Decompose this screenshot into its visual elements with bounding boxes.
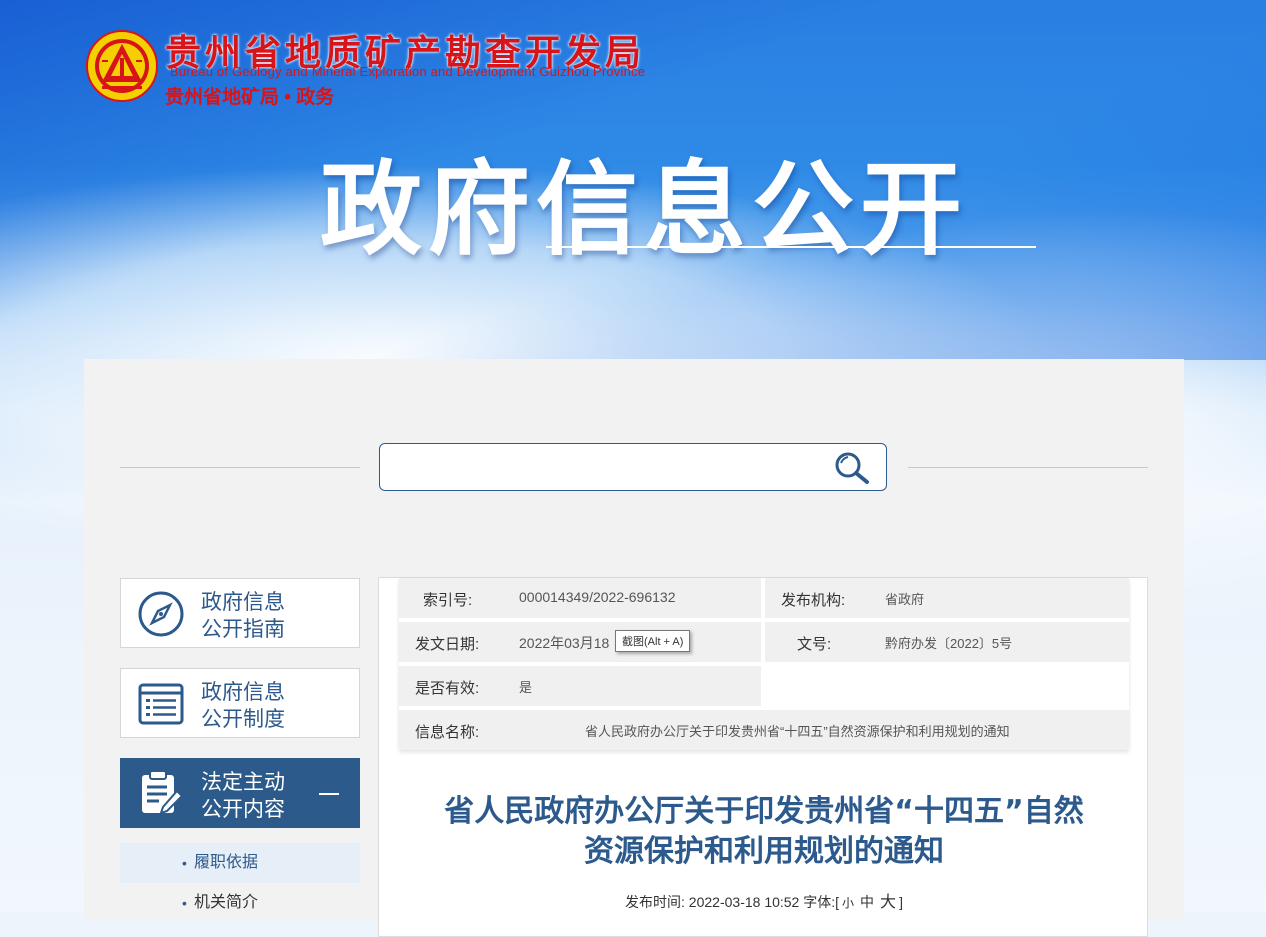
- sidebar-item-label: 政府信息 公开指南: [201, 591, 285, 641]
- font-size-large-button[interactable]: 大: [877, 894, 899, 911]
- search-rule-right: [908, 467, 1148, 468]
- sidebar-item-label: 政府信息 公开制度: [201, 681, 285, 731]
- meta-row: 是否有效: 是: [399, 666, 1129, 710]
- screenshot-tooltip: 截图(Alt + A): [615, 630, 691, 652]
- bullet-icon: •: [182, 855, 187, 871]
- search-rule-left: [120, 467, 360, 468]
- font-size-small-button[interactable]: 小: [839, 896, 857, 910]
- list-icon: [138, 683, 184, 725]
- article-publish-info: 发布时间: 2022-03-18 10:52 字体:[小中大]: [625, 894, 903, 911]
- banner-title: 政府信息公开: [320, 151, 968, 270]
- search-box: [379, 443, 887, 491]
- clipboard-edit-icon: [142, 770, 184, 815]
- meta-cell-name: 信息名称: 省人民政府办公厅关于印发贵州省“十四五”自然资源保护和利用规划的通知: [399, 710, 1129, 750]
- main-panel: 政府信息 公开指南 政府信息 公开制度 法定主动 公开内容 • 履职依据 • 机…: [84, 359, 1184, 937]
- meta-row: 索引号: 000014349/2022-696132 发布机构: 省政府: [399, 578, 1129, 622]
- sidebar-item-system[interactable]: 政府信息 公开制度: [120, 668, 360, 738]
- sidebar-subitem-org-intro[interactable]: • 机关简介: [120, 883, 360, 923]
- sidebar-item-statutory[interactable]: 法定主动 公开内容: [120, 758, 360, 828]
- collapse-icon[interactable]: [319, 793, 339, 795]
- meta-row: 信息名称: 省人民政府办公厅关于印发贵州省“十四五”自然资源保护和利用规划的通知: [399, 710, 1129, 750]
- sidebar-item-guide[interactable]: 政府信息 公开指南: [120, 578, 360, 648]
- meta-row: 发文日期: 2022年03月18 截图(Alt + A) 文号: 黔府办发〔20…: [399, 622, 1129, 666]
- search-icon[interactable]: [832, 450, 872, 486]
- search-input[interactable]: [390, 452, 824, 484]
- meta-cell-index: 索引号: 000014349/2022-696132: [399, 578, 761, 618]
- meta-cell-valid: 是否有效: 是: [399, 666, 761, 706]
- meta-cell-publisher: 发布机构: 省政府: [765, 578, 1129, 618]
- org-name-en: Bureau of Geology and Mineral Exploratio…: [170, 64, 646, 79]
- sidebar-subitem-duty-basis[interactable]: • 履职依据: [120, 843, 360, 883]
- sidebar-item-label: 法定主动 公开内容: [201, 771, 285, 821]
- meta-table: 索引号: 000014349/2022-696132 发布机构: 省政府 发文日…: [399, 578, 1129, 750]
- meta-cell-date: 发文日期: 2022年03月18 截图(Alt + A): [399, 622, 761, 662]
- article-content: 索引号: 000014349/2022-696132 发布机构: 省政府 发文日…: [378, 577, 1148, 937]
- font-size-medium-button[interactable]: 中: [857, 894, 877, 910]
- article-title: 省人民政府办公厅关于印发贵州省“十四五”自然 资源保护和利用规划的通知: [444, 794, 1084, 869]
- bureau-logo-icon: [86, 30, 158, 102]
- compass-icon: [138, 591, 184, 637]
- site-subtitle: 贵州省地矿局 • 政务: [165, 87, 335, 108]
- meta-cell-doc-no: 文号: 黔府办发〔2022〕5号: [765, 622, 1129, 662]
- banner-divider: [546, 246, 1036, 248]
- bullet-icon: •: [182, 895, 187, 911]
